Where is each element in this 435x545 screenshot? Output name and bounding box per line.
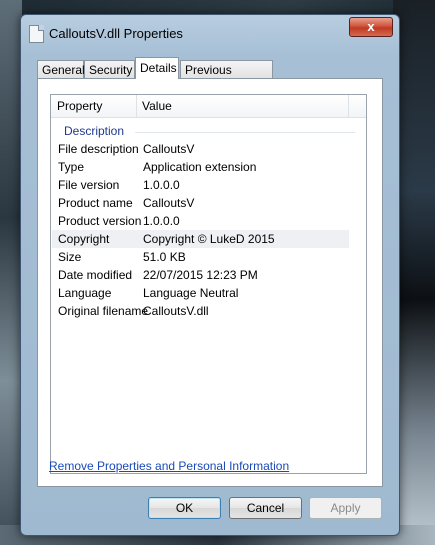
property-name: Date modified: [58, 268, 133, 282]
property-value: CalloutsV.dll: [143, 304, 209, 318]
tab-previous-versions[interactable]: Previous Versions: [180, 60, 273, 95]
property-name: Language: [58, 286, 112, 300]
table-row[interactable]: Original filename CalloutsV.dll: [52, 302, 349, 320]
column-header-property[interactable]: Property: [51, 95, 137, 117]
property-value: CalloutsV: [143, 196, 195, 210]
window-title: CalloutsV.dll Properties: [49, 26, 183, 41]
property-value: Application extension: [143, 160, 257, 174]
details-list[interactable]: Property Value Description File descript…: [50, 94, 367, 474]
desktop-background-left: [0, 0, 22, 545]
property-name: Type: [58, 160, 85, 174]
tab-general[interactable]: General: [37, 60, 85, 78]
tab-security[interactable]: Security: [84, 60, 135, 78]
dll-file-icon: [29, 25, 44, 43]
table-row[interactable]: File version 1.0.0.0: [52, 176, 349, 194]
table-row[interactable]: Type Application extension: [52, 158, 349, 176]
table-row-hovered[interactable]: Copyright Copyright © LukeD 2015: [52, 230, 349, 248]
close-button[interactable]: x: [349, 17, 393, 37]
table-row[interactable]: Size 51.0 KB: [52, 248, 349, 266]
property-name: Size: [58, 250, 82, 264]
properties-dialog: CalloutsV.dll Properties x General Secur…: [20, 14, 400, 536]
property-name: Copyright: [58, 232, 110, 246]
table-row[interactable]: Product name CalloutsV: [52, 194, 349, 212]
tab-details[interactable]: Details: [135, 57, 179, 79]
property-name: Original filename: [58, 304, 149, 318]
table-row[interactable]: Language Language Neutral: [52, 284, 349, 302]
cancel-button[interactable]: Cancel: [229, 497, 302, 519]
property-value: 1.0.0.0: [143, 178, 180, 192]
property-value: 1.0.0.0: [143, 214, 180, 228]
property-value: CalloutsV: [143, 142, 195, 156]
property-value: Copyright © LukeD 2015: [143, 232, 275, 246]
property-name: File description: [58, 142, 139, 156]
table-row[interactable]: Date modified 22/07/2015 12:23 PM: [52, 266, 349, 284]
property-name: File version: [58, 178, 120, 192]
property-name: Product version: [58, 214, 142, 228]
list-header: Property Value: [51, 95, 366, 118]
ok-button[interactable]: OK: [148, 497, 221, 519]
details-panel: Property Value Description File descript…: [37, 78, 383, 487]
apply-button[interactable]: Apply: [309, 497, 382, 519]
property-value: 51.0 KB: [143, 250, 186, 264]
remove-properties-link[interactable]: Remove Properties and Personal Informati…: [49, 459, 289, 473]
property-value: 22/07/2015 12:23 PM: [143, 268, 258, 282]
property-value: Language Neutral: [143, 286, 239, 300]
column-value-label: Value: [142, 99, 172, 113]
table-row[interactable]: File description CalloutsV: [52, 140, 349, 158]
title-bar[interactable]: CalloutsV.dll Properties x: [21, 15, 399, 51]
column-property-label: Property: [57, 99, 103, 113]
property-name: Product name: [58, 196, 133, 210]
column-header-value[interactable]: Value: [137, 95, 349, 117]
table-row[interactable]: Product version 1.0.0.0: [52, 212, 349, 230]
group-divider: [135, 132, 355, 133]
group-description: Description: [64, 124, 125, 138]
